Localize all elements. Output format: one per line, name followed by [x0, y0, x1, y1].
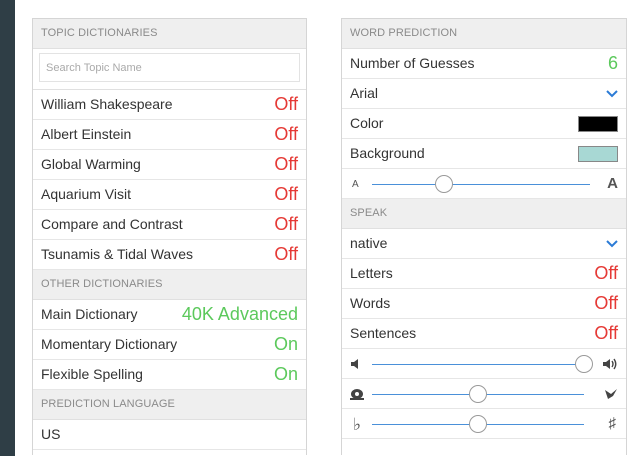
topic-item-tsunamis[interactable]: Tsunamis & Tidal Waves Off [33, 240, 306, 270]
speed-slider-thumb[interactable] [469, 385, 487, 403]
topic-item-aquarium[interactable]: Aquarium Visit Off [33, 180, 306, 210]
settings-stage: TOPIC DICTIONARIES William Shakespeare O… [15, 0, 644, 456]
topic-item-toggle[interactable]: Off [274, 150, 298, 179]
topic-item-toggle[interactable]: Off [274, 240, 298, 269]
topic-item-toggle[interactable]: Off [274, 90, 298, 119]
color-swatch[interactable] [578, 115, 618, 132]
volume-low-icon [351, 359, 358, 369]
main-dictionary-value[interactable]: 40K Advanced [182, 300, 298, 329]
speak-sentences-row[interactable]: Sentences Off [342, 319, 626, 349]
main-dictionary-label: Main Dictionary [41, 306, 138, 322]
volume-high-icon [603, 358, 617, 370]
font-size-slider-thumb[interactable] [434, 175, 453, 193]
bird-icon [605, 389, 617, 399]
background-row[interactable]: Background [342, 139, 626, 169]
volume-slider-thumb[interactable] [575, 355, 593, 373]
flat-icon: ♭ [353, 415, 362, 434]
prediction-language-row[interactable]: US [33, 420, 306, 450]
color-label: Color [350, 115, 384, 131]
speak-letters-row[interactable]: Letters Off [342, 259, 626, 289]
speak-header: SPEAK [342, 199, 626, 229]
flexible-spelling-toggle[interactable]: On [274, 360, 298, 389]
chevron-down-icon [606, 89, 618, 97]
topic-item-einstein[interactable]: Albert Einstein Off [33, 120, 306, 150]
topic-dictionaries-header: TOPIC DICTIONARIES [33, 19, 306, 49]
voice-select-value: native [350, 235, 388, 251]
snail-icon [350, 389, 364, 400]
pitch-slider-row: ♭ ♯ [342, 409, 626, 439]
background-swatch[interactable] [578, 145, 618, 162]
font-select[interactable]: Arial [342, 79, 626, 109]
prediction-language-value: US [41, 426, 61, 442]
topic-item-label: Global Warming [41, 156, 141, 172]
main-dictionary-row[interactable]: Main Dictionary 40K Advanced [33, 300, 306, 330]
flexible-spelling-label: Flexible Spelling [41, 366, 143, 382]
font-select-value: Arial [350, 85, 379, 101]
speak-words-label: Words [350, 295, 391, 311]
topic-item-label: William Shakespeare [41, 96, 173, 112]
dictionaries-panel: TOPIC DICTIONARIES William Shakespeare O… [32, 18, 307, 455]
flexible-spelling-row[interactable]: Flexible Spelling On [33, 360, 306, 390]
number-of-guesses-row[interactable]: Number of Guesses 6 [342, 49, 626, 79]
speed-slider-row [342, 379, 626, 409]
topic-search-input[interactable] [39, 53, 300, 82]
font-size-slider-row: A A [342, 169, 626, 199]
topic-item-label: Compare and Contrast [41, 216, 183, 232]
background-label: Background [350, 145, 425, 161]
topic-item-toggle[interactable]: Off [274, 210, 298, 239]
speak-letters-label: Letters [350, 265, 393, 281]
topic-item-label: Aquarium Visit [41, 186, 132, 202]
topic-item-compare-contrast[interactable]: Compare and Contrast Off [33, 210, 306, 240]
speak-sentences-toggle[interactable]: Off [594, 319, 618, 348]
speak-words-row[interactable]: Words Off [342, 289, 626, 319]
momentary-dictionary-row[interactable]: Momentary Dictionary On [33, 330, 306, 360]
prediction-language-header: PREDICTION LANGUAGE [33, 390, 306, 420]
topic-item-label: Tsunamis & Tidal Waves [41, 246, 193, 262]
speak-words-toggle[interactable]: Off [594, 289, 618, 318]
speak-letters-toggle[interactable]: Off [594, 259, 618, 288]
sharp-icon: ♯ [608, 415, 617, 432]
other-dictionaries-header: OTHER DICTIONARIES [33, 270, 306, 300]
font-size-slider-track[interactable] [372, 184, 590, 185]
topic-item-label: Albert Einstein [41, 126, 132, 142]
topic-item-shakespeare[interactable]: William Shakespeare Off [33, 90, 306, 120]
momentary-dictionary-label: Momentary Dictionary [41, 336, 178, 352]
word-prediction-header: WORD PREDICTION [342, 19, 626, 49]
topic-search-container [33, 49, 306, 90]
number-of-guesses-value[interactable]: 6 [608, 49, 618, 78]
speak-sentences-label: Sentences [350, 325, 417, 341]
topic-item-global-warming[interactable]: Global Warming Off [33, 150, 306, 180]
chevron-down-icon [606, 239, 618, 247]
number-of-guesses-label: Number of Guesses [350, 55, 475, 71]
font-size-small-icon: A [352, 179, 359, 190]
volume-slider-track[interactable] [372, 364, 584, 365]
pitch-slider-thumb[interactable] [469, 415, 487, 433]
prediction-panel: WORD PREDICTION Number of Guesses 6 Aria… [341, 18, 627, 455]
topic-item-toggle[interactable]: Off [274, 180, 298, 209]
momentary-dictionary-toggle[interactable]: On [274, 330, 298, 359]
font-size-large-icon: A [607, 175, 618, 192]
color-row[interactable]: Color [342, 109, 626, 139]
topic-item-toggle[interactable]: Off [274, 120, 298, 149]
volume-slider-row [342, 349, 626, 379]
voice-select[interactable]: native [342, 229, 626, 259]
